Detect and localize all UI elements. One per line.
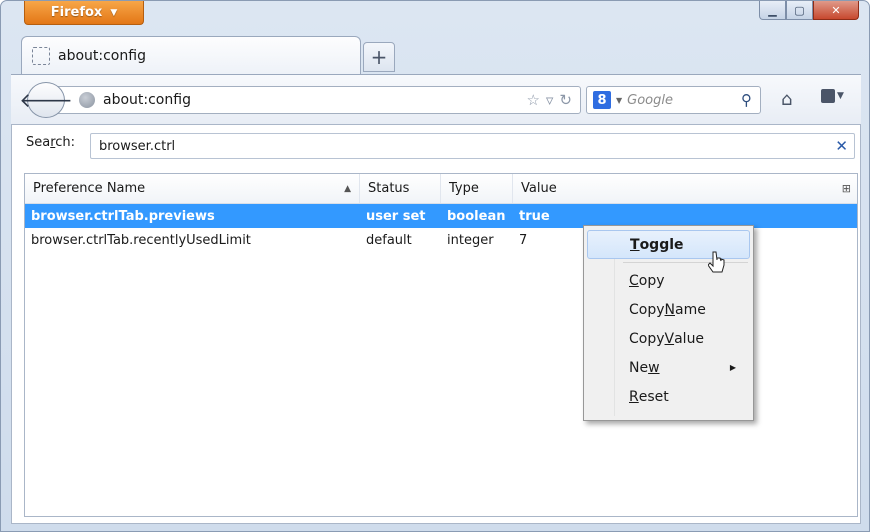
history-dropdown-icon[interactable]: ▿ xyxy=(546,91,554,109)
tab-title: about:config xyxy=(58,47,146,64)
menu-separator xyxy=(623,262,748,263)
submenu-arrow-icon: ▶ xyxy=(729,363,736,372)
site-identity-icon[interactable] xyxy=(79,92,95,108)
bookmark-star-icon[interactable]: ☆ xyxy=(526,91,539,109)
window-controls: ▁ ▢ ✕ xyxy=(759,1,859,20)
menu-item-new[interactable]: Ne w ▶ xyxy=(587,353,750,382)
url-bar[interactable]: about:config ☆ ▿ ↻ xyxy=(56,86,581,114)
bookmarks-icon xyxy=(821,89,835,103)
pref-type: integer xyxy=(447,232,494,248)
search-icon[interactable]: ⚲ xyxy=(741,91,752,109)
table-header: Preference Name ▲ Status Type Value ⊞ xyxy=(25,174,857,204)
mouse-pointer-icon xyxy=(708,251,725,273)
maximize-button[interactable]: ▢ xyxy=(786,1,813,20)
pref-status: user set xyxy=(366,208,426,224)
menu-item-copy-value[interactable]: Copy Value xyxy=(587,324,750,353)
column-picker-icon[interactable]: ⊞ xyxy=(842,182,851,195)
pref-type: boolean xyxy=(447,208,506,224)
search-label: Search: xyxy=(26,135,76,150)
back-arrow-icon: 🡐 xyxy=(19,88,73,112)
preference-search-input[interactable]: browser.ctrl ✕ xyxy=(90,133,855,159)
search-placeholder[interactable]: Google xyxy=(627,93,736,108)
back-button[interactable]: 🡐 xyxy=(19,82,73,118)
menu-item-copy-name[interactable]: Copy Name xyxy=(587,295,750,324)
pref-name: browser.ctrlTab.previews xyxy=(31,208,215,224)
browser-window: Firefox ▼ ▁ ▢ ✕ about:config + about:con… xyxy=(0,0,870,532)
search-value[interactable]: browser.ctrl xyxy=(99,139,175,154)
firefox-menu-label: Firefox xyxy=(50,5,103,20)
reload-icon[interactable]: ↻ xyxy=(559,91,572,109)
url-text[interactable]: about:config xyxy=(103,92,191,108)
column-header-name[interactable]: Preference Name ▲ xyxy=(25,174,360,203)
engine-dropdown-icon[interactable]: ▼ xyxy=(616,96,622,105)
menu-item-reset[interactable]: Reset xyxy=(587,382,750,411)
search-bar[interactable]: 8 ▼ Google ⚲ xyxy=(586,86,761,114)
sort-ascending-icon: ▲ xyxy=(344,183,351,194)
column-header-status[interactable]: Status xyxy=(360,174,441,203)
close-button[interactable]: ✕ xyxy=(813,1,859,20)
firefox-menu-button[interactable]: Firefox ▼ xyxy=(24,1,144,25)
blank-page-icon xyxy=(32,46,50,65)
home-button[interactable]: ⌂ xyxy=(781,89,792,110)
bookmarks-menu-button[interactable]: ▼ xyxy=(821,89,844,103)
pref-status: default xyxy=(366,232,412,248)
google-engine-icon[interactable]: 8 xyxy=(593,91,611,109)
tab-about-config[interactable]: about:config xyxy=(21,36,361,74)
chevron-down-icon: ▼ xyxy=(837,91,844,101)
navigation-toolbar: about:config ☆ ▿ ↻ 🡐 8 ▼ Google ⚲ ⌂ ▼ xyxy=(11,74,861,124)
column-header-value[interactable]: Value xyxy=(513,174,857,203)
pref-name: browser.ctrlTab.recentlyUsedLimit xyxy=(31,232,251,248)
column-header-type[interactable]: Type xyxy=(441,174,513,203)
minimize-button[interactable]: ▁ xyxy=(759,1,786,20)
pref-value: true xyxy=(519,208,550,224)
clear-search-icon[interactable]: ✕ xyxy=(835,137,848,155)
new-tab-button[interactable]: + xyxy=(363,42,395,72)
home-icon: ⌂ xyxy=(781,89,793,110)
context-menu: Toggle Copy Copy Name Copy Value Ne w ▶ R… xyxy=(583,225,754,421)
chevron-down-icon: ▼ xyxy=(110,7,118,18)
